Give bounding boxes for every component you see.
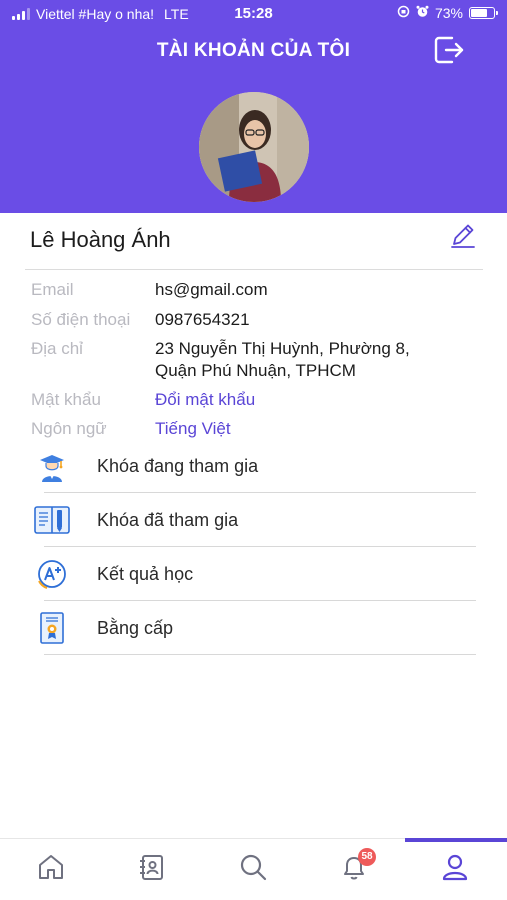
status-bar: Viettel #Hay o nha! LTE 15:28 73%: [0, 0, 507, 28]
divider: [44, 492, 476, 493]
logout-button[interactable]: [428, 32, 468, 72]
profile-name: Lê Hoàng Ánh: [30, 227, 171, 252]
divider: [25, 269, 483, 270]
address-label: Địa chỉ: [31, 339, 83, 358]
menu-label: Bằng cấp: [97, 618, 174, 638]
rotation-lock-icon: [397, 5, 410, 21]
tab-home[interactable]: [31, 849, 71, 889]
certificate-icon: [32, 608, 72, 648]
menu-item-results[interactable]: Kết quả học: [0, 548, 507, 602]
address-line1: 23 Nguyễn Thị Huỳnh, Phường 8,: [155, 339, 410, 358]
menu-label: Kết quả học: [97, 564, 194, 584]
language-link[interactable]: Tiếng Việt: [155, 418, 231, 440]
alarm-icon: [416, 5, 429, 21]
password-label: Mật khẩu: [31, 390, 101, 409]
notification-badge: 58: [358, 848, 376, 866]
menu-item-completed-courses[interactable]: Khóa đã tham gia: [0, 494, 507, 548]
menu-label: Khóa đã tham gia: [97, 510, 239, 530]
phone-label: Số điện thoại: [31, 310, 131, 329]
status-right: 73%: [397, 5, 498, 21]
user-icon: [440, 852, 470, 887]
tab-search[interactable]: [233, 849, 273, 889]
tab-account[interactable]: [435, 849, 475, 889]
contact-book-icon: [137, 852, 167, 887]
battery-percent: 73%: [434, 5, 463, 21]
email-label: Email: [31, 280, 74, 299]
change-password-link[interactable]: Đổi mật khẩu: [155, 389, 255, 411]
divider: [44, 546, 476, 547]
home-icon: [36, 852, 66, 887]
battery-icon: [469, 7, 498, 19]
divider: [44, 654, 476, 655]
logout-icon: [431, 33, 465, 72]
graduate-icon: [32, 448, 72, 488]
language-label: Ngôn ngữ: [31, 419, 107, 438]
grade-a-plus-icon: [32, 554, 72, 594]
edit-profile-button[interactable]: [448, 222, 478, 252]
menu-item-certificates[interactable]: Bằng cấp: [0, 602, 507, 656]
bottom-tab-bar: [0, 838, 507, 900]
phone-value: 0987654321: [155, 310, 250, 329]
divider: [44, 600, 476, 601]
active-tab-indicator: [405, 838, 507, 842]
profile-name-row: Lê Hoàng Ánh: [0, 213, 507, 269]
book-icon: [32, 500, 72, 540]
avatar-photo: [199, 92, 309, 202]
address-line2: Quận Phú Nhuận, TPHCM: [155, 361, 356, 380]
email-value: hs@gmail.com: [155, 280, 268, 299]
search-icon: [238, 852, 268, 887]
pencil-icon: [449, 221, 477, 254]
profile-header: Viettel #Hay o nha! LTE 15:28 73% TÀI KH…: [0, 0, 507, 213]
avatar[interactable]: [199, 92, 309, 202]
menu-label: Khóa đang tham gia: [97, 456, 259, 476]
tab-contacts[interactable]: [132, 849, 172, 889]
menu-item-current-courses[interactable]: Khóa đang tham gia: [0, 440, 507, 494]
